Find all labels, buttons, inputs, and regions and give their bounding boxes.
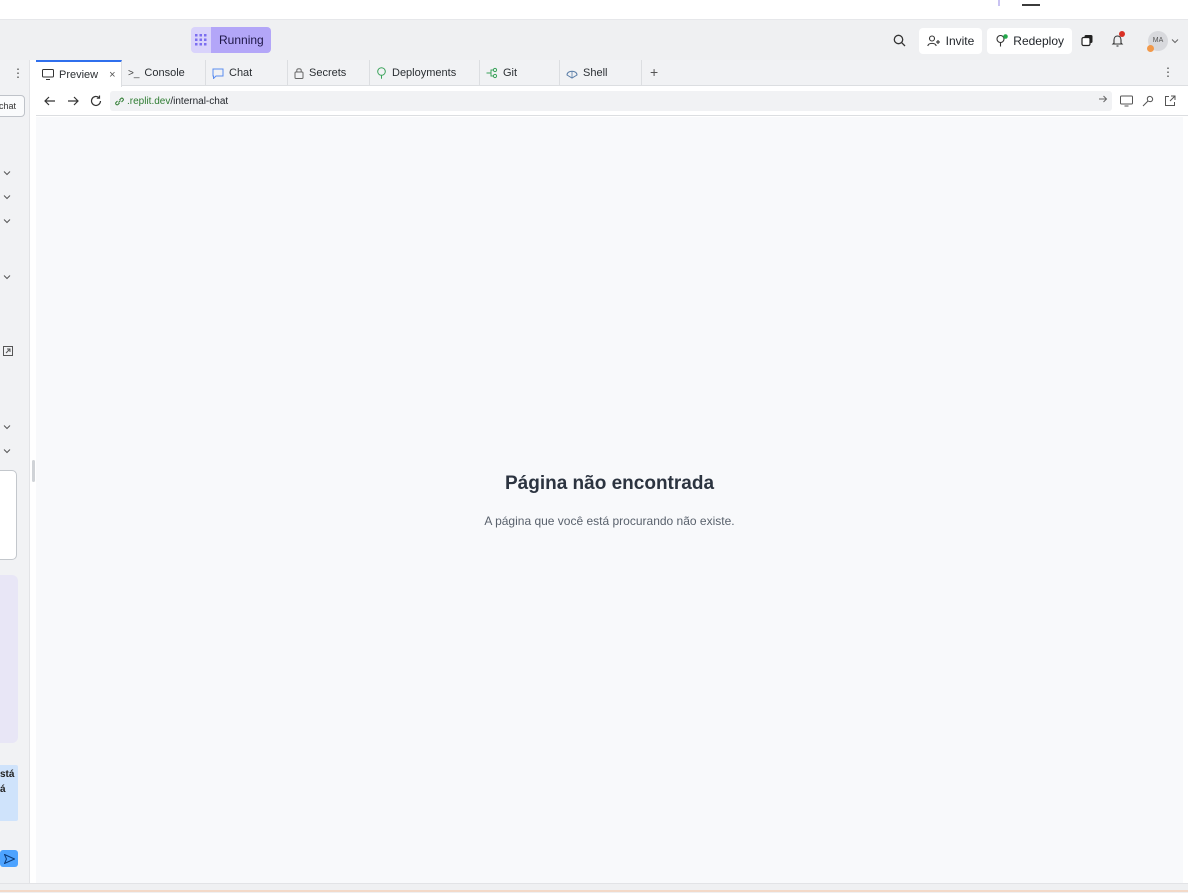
avatar-initials: MA: [1152, 37, 1164, 44]
tab-label: Deployments: [392, 67, 457, 79]
tab-label: Chat: [229, 67, 253, 79]
send-icon[interactable]: [0, 850, 18, 867]
panel-menu-icon[interactable]: ⋮: [12, 66, 24, 80]
add-tab-icon[interactable]: +: [650, 64, 658, 80]
right-edge: [1183, 117, 1188, 883]
pane-tab-bar: Preview × >_ Console Chat Secrets Deploy…: [36, 60, 1188, 87]
devices-icon[interactable]: [1118, 93, 1134, 109]
apps-grid-icon[interactable]: [191, 27, 211, 53]
preview-url-bar: .replit.dev/internal-chat: [36, 87, 1188, 116]
close-icon[interactable]: ×: [109, 69, 115, 81]
url-path: /internal-chat: [170, 95, 229, 107]
header-actions: Invite Redeploy MA: [887, 27, 1188, 54]
open-external-icon[interactable]: [3, 346, 13, 356]
avatar[interactable]: MA: [1147, 30, 1168, 52]
top-strip-mark-2: [1022, 0, 1040, 6]
chat-message-card: [0, 575, 18, 743]
tab-label: Secrets: [309, 67, 347, 79]
redeploy-label: Redeploy: [1013, 33, 1064, 48]
chevron-down-icon[interactable]: [3, 216, 13, 226]
tab-chat[interactable]: Chat: [206, 60, 288, 86]
chat-bubble-icon: [212, 68, 224, 79]
open-new-window-icon[interactable]: [1162, 93, 1178, 109]
new-chat-button[interactable]: chat: [0, 95, 25, 117]
reload-icon[interactable]: [88, 93, 104, 109]
run-control[interactable]: Running: [191, 27, 271, 53]
tab-preview[interactable]: Preview ×: [36, 60, 122, 87]
bottom-accent-line: [0, 890, 1188, 892]
url-input[interactable]: .replit.dev/internal-chat: [110, 91, 1112, 111]
top-strip: [0, 0, 1188, 20]
deploy-icon: [996, 34, 1009, 47]
pane-menu-icon[interactable]: ⋮: [1162, 65, 1174, 79]
copy-icon[interactable]: [1074, 28, 1100, 54]
left-panel: ⋮ chat stá á: [0, 60, 30, 893]
panel-resize-handle[interactable]: [32, 460, 35, 482]
invite-label: Invite: [945, 33, 975, 48]
add-user-icon: [926, 34, 940, 46]
go-arrow-icon[interactable]: [1098, 94, 1108, 107]
chevron-down-icon[interactable]: [3, 192, 13, 202]
forward-arrow-icon[interactable]: [65, 93, 81, 109]
url-host: .replit.dev: [127, 95, 171, 107]
notifications-bell-icon[interactable]: [1104, 28, 1130, 54]
tab-shell[interactable]: Shell: [560, 60, 642, 86]
tab-secrets[interactable]: Secrets: [288, 60, 370, 86]
chat-note: stá á: [0, 765, 18, 821]
deploy-icon: [377, 67, 386, 79]
top-strip-mark: [998, 0, 1000, 6]
search-icon[interactable]: [887, 28, 913, 54]
run-button[interactable]: Running: [211, 27, 271, 53]
notification-dot: [1119, 30, 1125, 37]
input-box[interactable]: [0, 470, 17, 560]
chevron-down-icon[interactable]: [3, 272, 13, 282]
back-arrow-icon[interactable]: [42, 93, 58, 109]
link-icon: [115, 97, 124, 105]
tab-deployments[interactable]: Deployments: [370, 60, 480, 86]
chevron-down-icon[interactable]: [3, 446, 13, 456]
monitor-icon: [42, 69, 54, 80]
git-icon: [486, 67, 498, 79]
preview-frame: Página não encontrada A página que você …: [36, 117, 1183, 883]
tab-console[interactable]: >_ Console: [122, 60, 206, 86]
invite-button[interactable]: Invite: [918, 27, 983, 54]
lock-icon: [294, 68, 304, 79]
chevron-down-icon[interactable]: [3, 168, 13, 178]
tab-git[interactable]: Git: [480, 60, 560, 86]
shell-icon: [566, 70, 578, 79]
tab-label: Git: [503, 67, 518, 79]
wrench-icon[interactable]: [1140, 93, 1156, 109]
chevron-down-icon[interactable]: [1168, 28, 1182, 54]
page-title: Página não encontrada: [504, 473, 715, 494]
chevron-down-icon[interactable]: [3, 422, 13, 432]
tab-label: Shell: [583, 67, 608, 79]
avatar-status-dot: [1147, 44, 1154, 52]
terminal-icon: >_: [128, 67, 140, 79]
tab-label: Preview: [59, 68, 99, 81]
redeploy-button[interactable]: Redeploy: [987, 27, 1072, 54]
tab-label: Console: [144, 67, 185, 79]
page-subtitle: A página que você está procurando não ex…: [484, 514, 735, 528]
bottom-bar: [0, 883, 1188, 893]
